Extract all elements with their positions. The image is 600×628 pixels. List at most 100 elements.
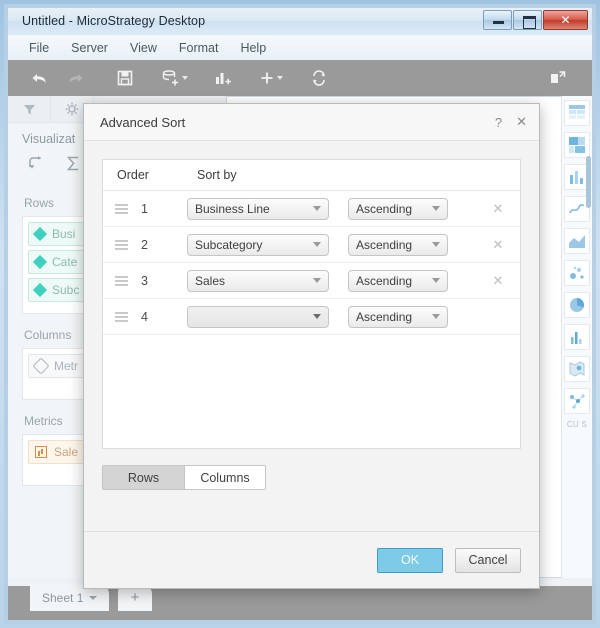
menu-item-view[interactable]: View — [119, 38, 168, 58]
window-title: Untitled - MicroStrategy Desktop — [22, 14, 206, 28]
chevron-down-icon — [432, 242, 440, 247]
menu-item-help[interactable]: Help — [229, 38, 277, 58]
dialog-title-bar: Advanced Sort ? ✕ — [84, 104, 539, 141]
dialog-close-icon[interactable]: ✕ — [516, 114, 527, 130]
drag-handle-icon[interactable] — [115, 311, 137, 322]
drag-handle-icon[interactable] — [115, 203, 137, 214]
filter-icon[interactable] — [8, 96, 51, 122]
add-sheet-label: + — [130, 589, 140, 606]
pie-visualization-thumb[interactable] — [564, 292, 590, 318]
chip-label: Subc — [52, 283, 80, 297]
column-header-order: Order — [117, 168, 149, 182]
grid-visualization-thumb[interactable] — [564, 100, 590, 126]
gallery-scrollbar[interactable] — [586, 156, 591, 208]
sort-direction-dropdown-1[interactable]: Ascending — [348, 197, 448, 220]
metric-icon — [35, 446, 47, 458]
insert-icon[interactable] — [254, 65, 288, 91]
attribute-icon — [32, 254, 48, 270]
chevron-down-icon — [313, 314, 321, 319]
chevron-down-icon — [313, 206, 321, 211]
help-icon[interactable]: ? — [495, 115, 502, 130]
cancel-button[interactable]: Cancel — [455, 547, 521, 573]
sort-list-header: Order Sort by — [103, 160, 520, 191]
window-client-area: Untitled - MicroStrategy Desktop ✕ File … — [8, 8, 592, 620]
drag-handle-icon[interactable] — [115, 239, 137, 250]
map-visualization-thumb[interactable] — [564, 356, 590, 382]
sort-direction-value: Ascending — [356, 237, 413, 252]
chevron-down-icon — [432, 314, 440, 319]
ok-button-label: OK — [400, 553, 420, 567]
sort-row-order: 2 — [141, 237, 148, 252]
remove-sort-row-2[interactable]: ✕ — [492, 237, 504, 253]
chevron-down-icon — [432, 278, 440, 283]
chevron-down-icon — [313, 242, 321, 247]
maximize-button[interactable] — [513, 10, 542, 30]
minimize-button[interactable] — [483, 10, 512, 30]
attribute-icon — [32, 282, 48, 298]
advanced-sort-dialog: Advanced Sort ? ✕ Order Sort by 1 Busine… — [83, 103, 540, 589]
dialog-title-buttons: ? ✕ — [495, 114, 539, 130]
sort-field-value: Sales — [195, 273, 226, 288]
toggle-columns[interactable]: Columns — [184, 465, 266, 490]
sort-direction-value: Ascending — [356, 201, 413, 216]
toggle-rows[interactable]: Rows — [102, 465, 184, 490]
sort-row-4: 4 Ascending — [103, 299, 520, 335]
chevron-down-icon — [182, 76, 188, 80]
sort-row-order: 3 — [141, 273, 148, 288]
dialog-body: Order Sort by 1 Business Line Ascending — [84, 141, 539, 490]
add-visualization-icon[interactable] — [206, 65, 240, 91]
dialog-title: Advanced Sort — [100, 114, 186, 130]
sort-row-2: 2 Subcategory Ascending ✕ — [103, 227, 520, 263]
sort-field-value: Business Line — [195, 201, 270, 216]
histogram-visualization-thumb[interactable] — [564, 324, 590, 350]
sort-direction-value: Ascending — [356, 273, 413, 288]
sort-list-panel: Order Sort by 1 Business Line Ascending — [102, 159, 521, 449]
chip-label: Sale — [54, 445, 79, 459]
chevron-down-icon[interactable] — [89, 595, 98, 600]
menu-item-format[interactable]: Format — [168, 38, 230, 58]
close-icon: ✕ — [560, 13, 571, 27]
refresh-icon[interactable] — [302, 65, 336, 91]
sort-field-dropdown-3[interactable]: Sales — [187, 269, 329, 292]
undo-icon[interactable] — [22, 65, 56, 91]
sort-direction-dropdown-3[interactable]: Ascending — [348, 269, 448, 292]
gallery-section-label: CU S — [566, 420, 588, 429]
redo-icon[interactable] — [58, 65, 92, 91]
sort-field-dropdown-4[interactable] — [187, 305, 329, 328]
sheet-tab-label: Sheet 1 — [42, 590, 84, 605]
metrics-placeholder-icon — [32, 357, 50, 375]
add-data-icon[interactable] — [158, 65, 192, 91]
sort-row-1: 1 Business Line Ascending ✕ — [103, 191, 520, 227]
visualization-gallery: CU S — [561, 96, 592, 578]
menu-item-server[interactable]: Server — [60, 38, 119, 58]
remove-sort-row-1[interactable]: ✕ — [492, 201, 504, 217]
menu-bar: File Server View Format Help — [8, 35, 592, 61]
attribute-icon — [32, 226, 48, 242]
title-bar: Untitled - MicroStrategy Desktop ✕ — [8, 8, 592, 36]
sort-direction-dropdown-4[interactable]: Ascending — [348, 305, 448, 328]
bubble-visualization-thumb[interactable] — [564, 260, 590, 286]
network-visualization-thumb[interactable] — [564, 388, 590, 414]
menu-item-file[interactable]: File — [18, 38, 60, 58]
toggle-columns-label: Columns — [200, 470, 250, 485]
heatmap-visualization-thumb[interactable] — [564, 132, 590, 158]
application-window: Untitled - MicroStrategy Desktop ✕ File … — [0, 0, 600, 628]
sigma-icon[interactable] — [66, 156, 81, 174]
swap-icon[interactable] — [28, 156, 44, 174]
sort-row-order: 1 — [141, 201, 148, 216]
sort-field-dropdown-1[interactable]: Business Line — [187, 197, 329, 220]
sort-row-3: 3 Sales Ascending ✕ — [103, 263, 520, 299]
close-button[interactable]: ✕ — [543, 10, 588, 30]
share-icon[interactable] — [540, 65, 574, 91]
sort-field-dropdown-2[interactable]: Subcategory — [187, 233, 329, 256]
ok-button[interactable]: OK — [377, 547, 443, 573]
sort-direction-dropdown-2[interactable]: Ascending — [348, 233, 448, 256]
remove-sort-row-3[interactable]: ✕ — [492, 273, 504, 289]
dialog-footer: OK Cancel — [84, 531, 539, 588]
area-visualization-thumb[interactable] — [564, 228, 590, 254]
main-toolbar — [8, 60, 592, 96]
save-icon[interactable] — [108, 65, 142, 91]
chip-label: Metr — [54, 359, 78, 373]
drag-handle-icon[interactable] — [115, 275, 137, 286]
chip-label: Busi — [52, 227, 76, 241]
